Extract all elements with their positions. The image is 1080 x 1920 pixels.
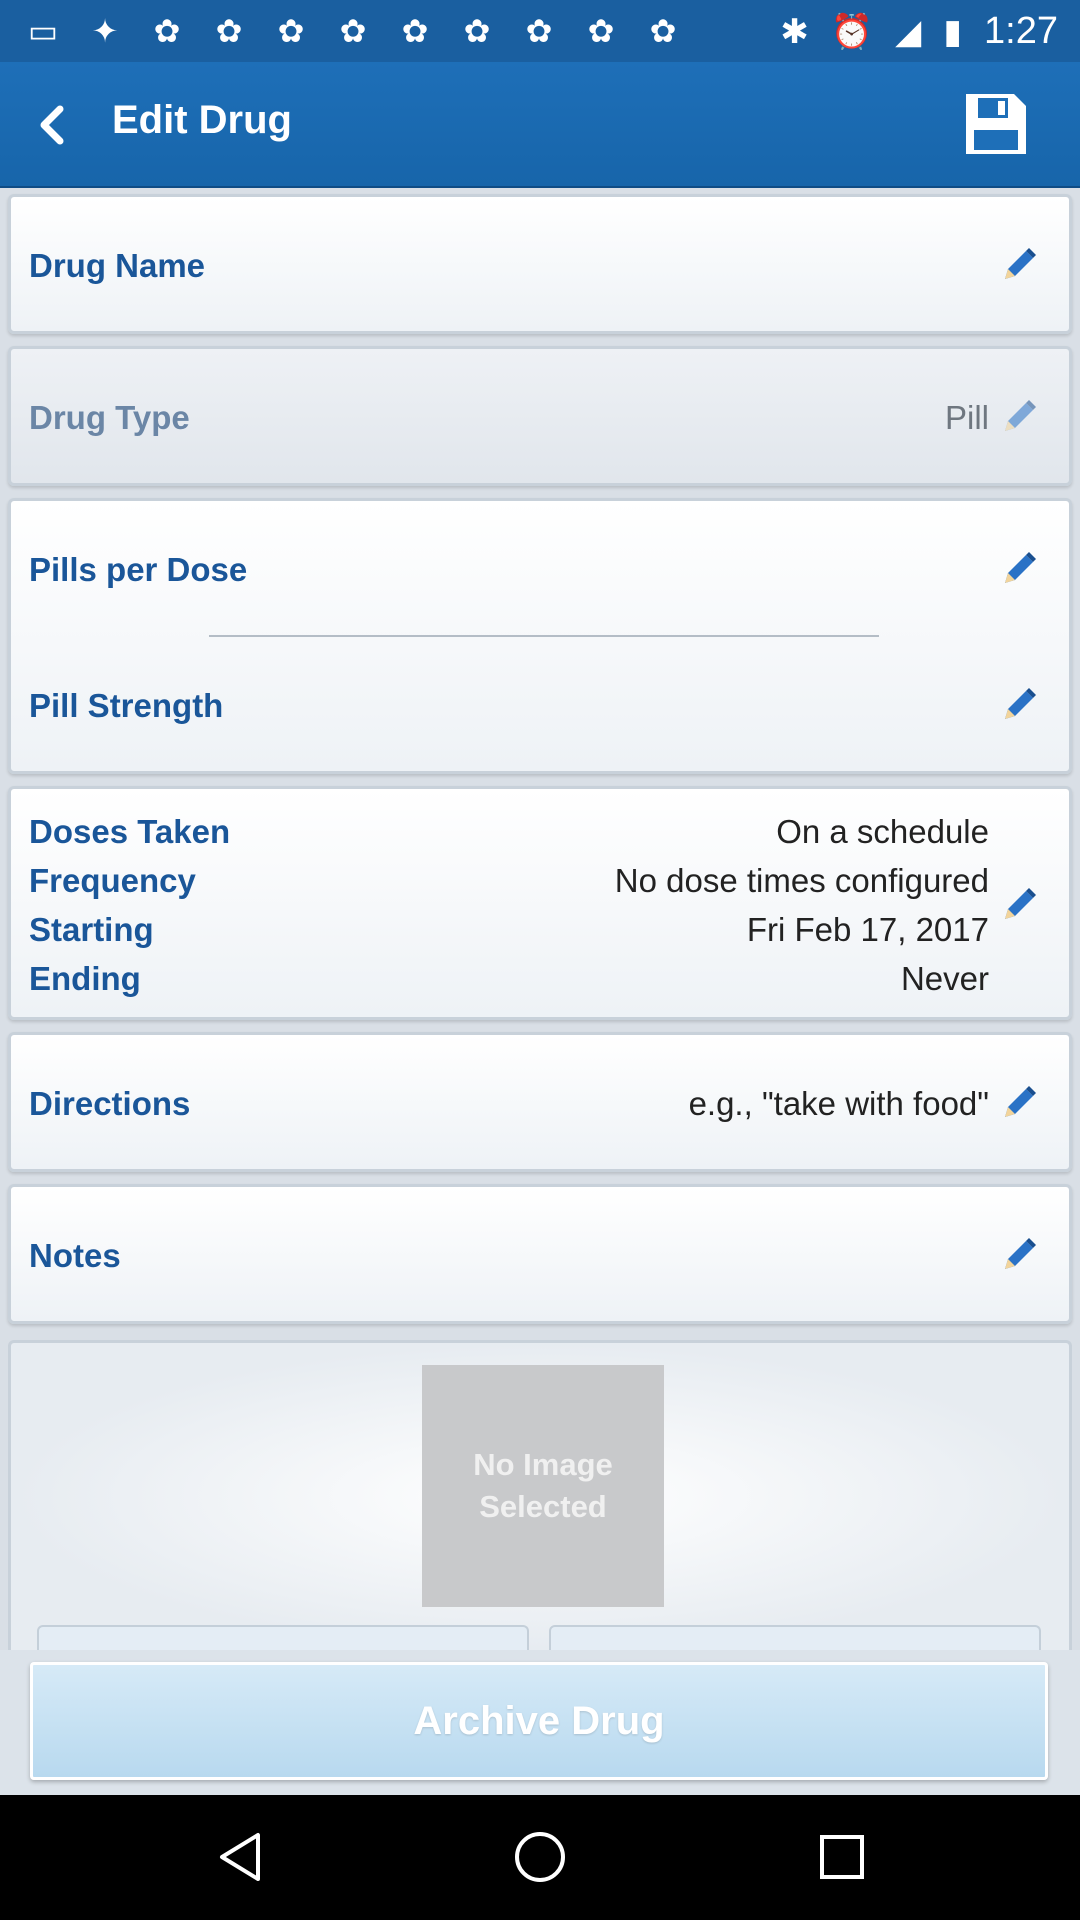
app-icon: ✿ — [587, 13, 615, 49]
pencil-icon[interactable] — [999, 685, 1039, 725]
drug-image-area: No Image Selected — [8, 1340, 1072, 1653]
drug-type-field[interactable]: Drug Type Pill — [8, 346, 1072, 486]
status-bar: ▭ ✦ ✿ ✿ ✿ ✿ ✿ ✿ ✿ ✿ ✿ ✱ ⏰ ◢ ▮ 1:27 — [0, 0, 1080, 62]
choose-image-button[interactable] — [549, 1625, 1041, 1653]
message-icon: ▭ — [27, 13, 59, 49]
page-title: Edit Drug — [112, 98, 292, 142]
pills-per-dose-field[interactable]: Pills per Dose — [11, 501, 1069, 637]
drug-name-label: Drug Name — [29, 247, 206, 284]
image-placeholder[interactable]: No Image Selected — [422, 1365, 664, 1607]
starting-value: Fri Feb 17, 2017 — [746, 911, 989, 948]
navigation-bar — [0, 1795, 1080, 1920]
signal-icon: ◢ — [895, 12, 922, 51]
doses-taken-label: Doses Taken — [29, 813, 231, 850]
app-bar: Edit Drug — [0, 62, 1080, 188]
doses-taken-value: On a schedule — [776, 813, 989, 850]
schedule-field[interactable]: Doses Taken On a schedule Frequency No d… — [8, 786, 1072, 1020]
app-icon: ✿ — [215, 13, 243, 49]
frequency-value: No dose times configured — [614, 862, 989, 899]
chevron-left-icon — [40, 105, 64, 145]
starting-label: Starting — [29, 911, 154, 948]
pill-strength-label: Pill Strength — [29, 687, 224, 724]
drug-type-value: Pill — [944, 399, 989, 436]
pill-strength-field[interactable]: Pill Strength — [11, 637, 1069, 773]
drug-type-label: Drug Type — [29, 399, 190, 436]
app-icon: ✿ — [339, 13, 367, 49]
bottom-bar: Archive Drug — [0, 1650, 1080, 1795]
pencil-icon[interactable] — [999, 549, 1039, 589]
back-triangle-icon[interactable] — [210, 1827, 270, 1887]
notes-field[interactable]: Notes — [8, 1184, 1072, 1324]
app-icon: ✿ — [649, 13, 677, 49]
pencil-icon[interactable] — [999, 885, 1039, 925]
drug-name-field[interactable]: Drug Name — [8, 194, 1072, 334]
app-icon: ✿ — [463, 13, 491, 49]
pills-per-dose-label: Pills per Dose — [29, 551, 248, 588]
alarm-icon: ⏰ — [830, 12, 874, 51]
ending-value: Never — [900, 960, 989, 997]
back-button[interactable] — [22, 90, 82, 160]
app-icon: ✿ — [525, 13, 553, 49]
dose-strength-card: Pills per Dose Pill Strength — [8, 498, 1072, 774]
pencil-icon[interactable] — [999, 397, 1039, 437]
clock: 1:27 — [984, 10, 1058, 52]
directions-field[interactable]: Directions e.g., "take with food" — [8, 1032, 1072, 1172]
app-icon: ✿ — [153, 13, 181, 49]
notification-icons: ▭ ✦ ✿ ✿ ✿ ✿ ✿ ✿ ✿ ✿ ✿ — [22, 14, 684, 48]
ending-label: Ending — [29, 960, 141, 997]
pencil-icon[interactable] — [999, 245, 1039, 285]
frequency-label: Frequency — [29, 862, 196, 899]
floppy-disk-icon — [966, 94, 1026, 154]
app-icon: ✿ — [277, 13, 305, 49]
recents-square-icon[interactable] — [812, 1827, 872, 1887]
home-circle-icon[interactable] — [510, 1827, 570, 1887]
pencil-icon[interactable] — [999, 1235, 1039, 1275]
directions-label: Directions — [29, 1085, 191, 1122]
app-icon: ✿ — [401, 13, 429, 49]
archive-drug-button[interactable]: Archive Drug — [30, 1662, 1048, 1780]
pin-icon: ✦ — [91, 13, 119, 49]
notes-label: Notes — [29, 1237, 121, 1274]
take-photo-button[interactable] — [37, 1625, 529, 1653]
pencil-icon[interactable] — [999, 1083, 1039, 1123]
directions-placeholder: e.g., "take with food" — [688, 1085, 989, 1122]
save-button[interactable] — [962, 90, 1030, 158]
system-icons: ✱ ⏰ ◢ ▮ 1:27 — [780, 10, 1058, 53]
battery-icon: ▮ — [943, 12, 963, 51]
bluetooth-icon: ✱ — [780, 12, 809, 51]
